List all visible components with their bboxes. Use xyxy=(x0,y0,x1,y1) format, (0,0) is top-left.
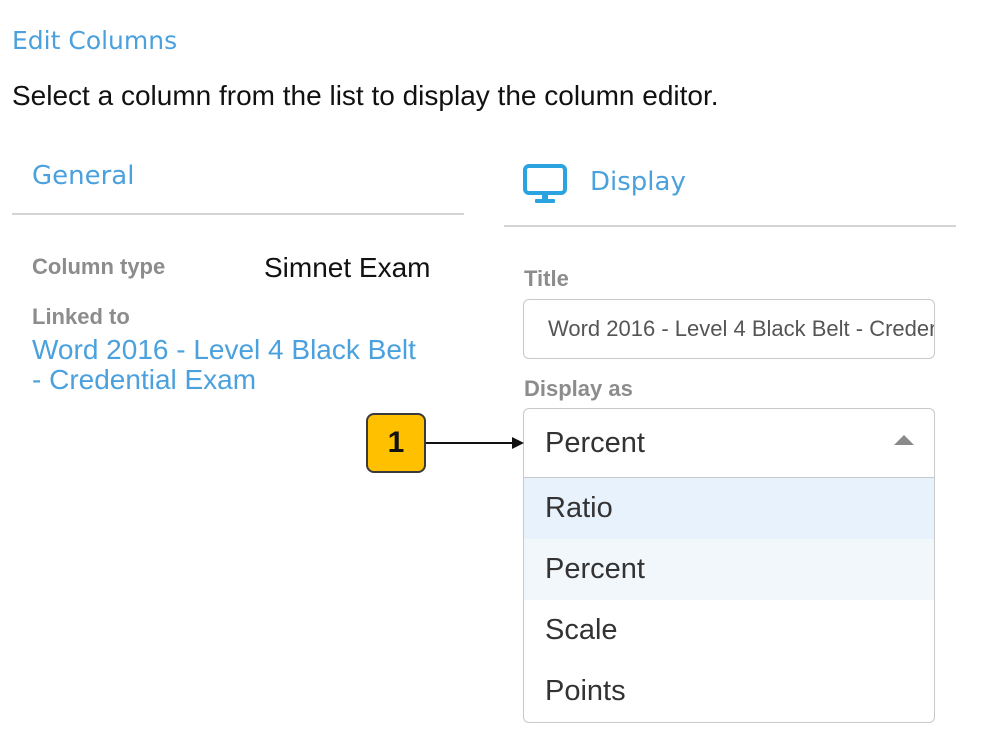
caret-up-icon[interactable] xyxy=(894,435,914,445)
general-divider xyxy=(12,213,464,215)
column-type-label: Column type xyxy=(32,254,166,279)
display-as-selected-value: Percent xyxy=(545,427,645,459)
instructions-text: Select a column from the list to display… xyxy=(12,80,719,111)
callout-arrow-icon xyxy=(426,435,526,451)
title-input[interactable] xyxy=(523,299,935,359)
display-divider xyxy=(504,225,956,227)
linked-to-label: Linked to xyxy=(32,304,130,329)
option-ratio[interactable]: Ratio xyxy=(524,478,934,539)
column-type-value: Simnet Exam xyxy=(264,252,431,283)
linked-exam-link[interactable]: Word 2016 - Level 4 Black Belt - Credent… xyxy=(32,335,432,395)
display-section-heading: Display xyxy=(590,167,686,197)
title-label: Title xyxy=(524,266,569,291)
general-section-heading: General xyxy=(32,161,135,191)
display-as-label: Display as xyxy=(524,376,633,401)
monitor-icon xyxy=(522,163,570,207)
option-percent[interactable]: Percent xyxy=(524,539,934,600)
option-scale[interactable]: Scale xyxy=(524,600,934,661)
display-as-select[interactable]: Percent xyxy=(523,408,935,478)
display-as-options-list: Ratio Percent Scale Points xyxy=(523,477,935,723)
option-points[interactable]: Points xyxy=(524,661,934,722)
callout-badge: 1 xyxy=(366,413,426,473)
edit-columns-heading: Edit Columns xyxy=(12,26,178,55)
